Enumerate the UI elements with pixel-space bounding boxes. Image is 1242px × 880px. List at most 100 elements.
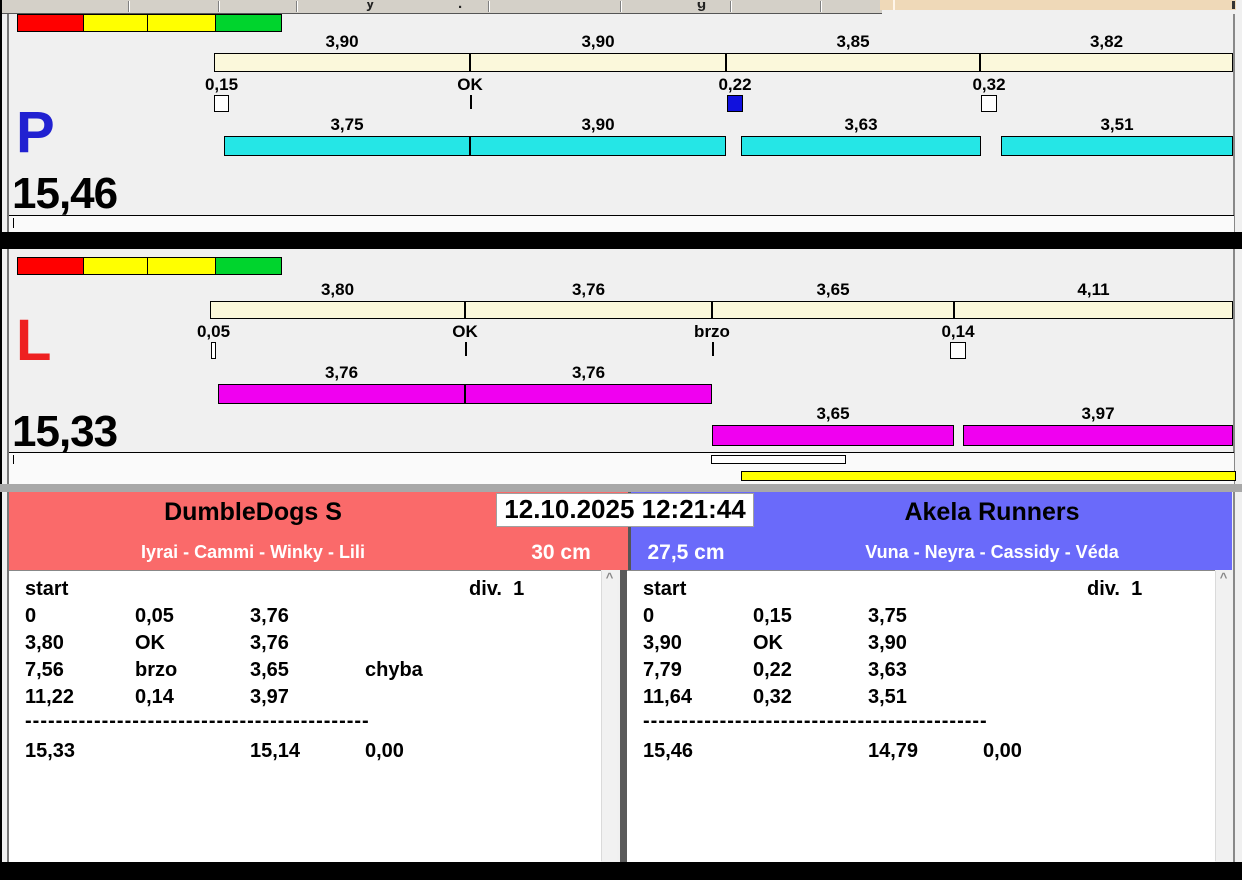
changeover-box-mark — [981, 95, 997, 112]
timing-app-window: P 15,46 L 15,33 DumbleDogs S Akela Runne… — [0, 0, 1242, 880]
split-bar-divider — [711, 301, 713, 319]
bottom-black-strip — [0, 862, 1242, 880]
changeover-box-mark — [727, 95, 743, 112]
lane-progress-bar — [741, 471, 1236, 481]
split-time-label: 3,82 — [1089, 32, 1124, 51]
split-bar-divider — [979, 53, 981, 72]
lane-p-cursor-tick — [13, 218, 14, 228]
jump-height-right: 27,5 cm — [647, 541, 725, 564]
traffic-light-cell — [147, 257, 216, 275]
changeover-label: 0,22 — [718, 75, 752, 94]
dog-names-left: Iyrai - Cammi - Winky - Lili — [141, 542, 365, 562]
lane-l-cursor-tick — [13, 455, 14, 464]
dog-time-label: 3,76 — [324, 363, 359, 382]
traffic-light-cell — [83, 257, 148, 275]
team-name-right: Akela Runners — [904, 498, 1080, 526]
table-separator-dashes: ----------------------------------------… — [643, 710, 988, 732]
dog-time-bar — [741, 136, 981, 156]
table-cell: OK — [135, 632, 165, 654]
lane-letter-p: P — [16, 100, 55, 165]
toolbar-text-fragment: y — [366, 2, 375, 12]
datetime-display: 12.10.2025 12:21:44 — [496, 493, 754, 527]
table-cell: 11,22 — [25, 686, 74, 708]
lane-p-split-bar — [214, 53, 1233, 72]
table-cell: 3,51 — [868, 686, 907, 708]
split-bar-divider — [725, 53, 727, 72]
dog-time-bar — [218, 384, 465, 404]
table-total-cell: 0,00 — [983, 740, 1022, 762]
split-bar-divider — [953, 301, 955, 319]
dog-time-bar — [712, 425, 954, 446]
split-time-label: 3,90 — [581, 32, 615, 51]
table-total-cell: 15,46 — [643, 740, 694, 762]
table-cell: 3,65 — [250, 659, 289, 681]
toolbar-strip[interactable] — [0, 0, 882, 14]
changeover-label: 0,32 — [972, 75, 1006, 94]
dog-names-right: Vuna - Neyra - Cassidy - Véda — [865, 542, 1119, 562]
table-cell: 11,64 — [643, 686, 692, 708]
split-time-label: 3,80 — [320, 280, 355, 299]
split-time-label: 4,11 — [1077, 280, 1110, 299]
lane-p-subrow — [9, 216, 1234, 232]
table-cell: 3,97 — [250, 686, 289, 708]
lane-p-total-time: 15,46 — [12, 169, 118, 218]
traffic-light-cell — [17, 257, 84, 275]
split-time-label: 3,65 — [816, 280, 850, 299]
scrollbar-right[interactable]: ^ — [1215, 571, 1231, 861]
table-cell: 7,56 — [25, 659, 64, 681]
split-time-label: 3,90 — [325, 32, 359, 51]
table-cell: 3,75 — [868, 605, 907, 627]
table-cell: OK — [753, 632, 783, 654]
changeover-box-mark — [211, 342, 216, 359]
lane-letter-l: L — [16, 308, 52, 373]
scroll-up-icon[interactable]: ^ — [602, 571, 617, 585]
table-cell: 3,90 — [643, 632, 682, 654]
changeover-tick-mark — [470, 95, 472, 109]
dog-time-label: 3,75 — [330, 115, 364, 134]
scroll-up-icon[interactable]: ^ — [1216, 571, 1231, 585]
split-time-label: 3,85 — [836, 32, 870, 51]
table-cell: 3,76 — [250, 632, 289, 654]
changeover-label: brzo — [694, 322, 730, 341]
table-cell: 0,14 — [135, 686, 174, 708]
toolbar-text-fragment: g — [697, 2, 707, 12]
dog-time-bar — [465, 384, 712, 404]
changeover-box-mark — [214, 95, 229, 112]
dog-time-bar — [963, 425, 1233, 446]
toolbar-tan-panel — [880, 0, 1236, 10]
toolbar-tan-notch — [1232, 1, 1235, 9]
changeover-label: OK — [452, 322, 478, 341]
table-cell: 0,32 — [753, 686, 792, 708]
changeover-label: 0,05 — [196, 322, 231, 341]
table-cell: chyba — [365, 659, 423, 681]
table-left-header-start: start — [25, 578, 69, 600]
table-cell: 3,80 — [25, 632, 64, 654]
table-separator-dashes: ----------------------------------------… — [25, 710, 370, 732]
split-bar-divider — [469, 53, 471, 72]
table-total-cell: 0,00 — [365, 740, 404, 762]
table-cell: 0 — [643, 605, 655, 627]
changeover-tick-mark — [712, 342, 714, 356]
dog-time-label: 3,76 — [571, 363, 606, 382]
traffic-light-cell — [17, 14, 84, 32]
scrollbar-left[interactable]: ^ — [601, 571, 617, 861]
dog-time-label: 3,63 — [844, 115, 878, 134]
table-right-header-start: start — [643, 578, 687, 600]
lane-p-panel — [9, 14, 1233, 232]
traffic-light-cell — [215, 14, 282, 32]
changeover-box-mark — [950, 342, 966, 359]
toolbar-tan-divider — [893, 0, 895, 10]
team-name-left: DumbleDogs S — [164, 498, 342, 526]
changeover-label: OK — [457, 75, 483, 94]
dog-time-label: 3,90 — [581, 115, 615, 134]
toolbar-separator — [730, 1, 732, 12]
lane-l-panel — [9, 249, 1233, 484]
table-total-cell: 15,33 — [25, 740, 76, 762]
window-border-left-outer — [0, 0, 2, 880]
table-total-cell: 15,14 — [250, 740, 301, 762]
table-cell: 0,05 — [135, 605, 174, 627]
table-cell: 3,63 — [868, 659, 907, 681]
table-cell: 0,15 — [753, 605, 792, 627]
toolbar-separator — [820, 1, 822, 12]
toolbar-separator — [620, 1, 622, 12]
